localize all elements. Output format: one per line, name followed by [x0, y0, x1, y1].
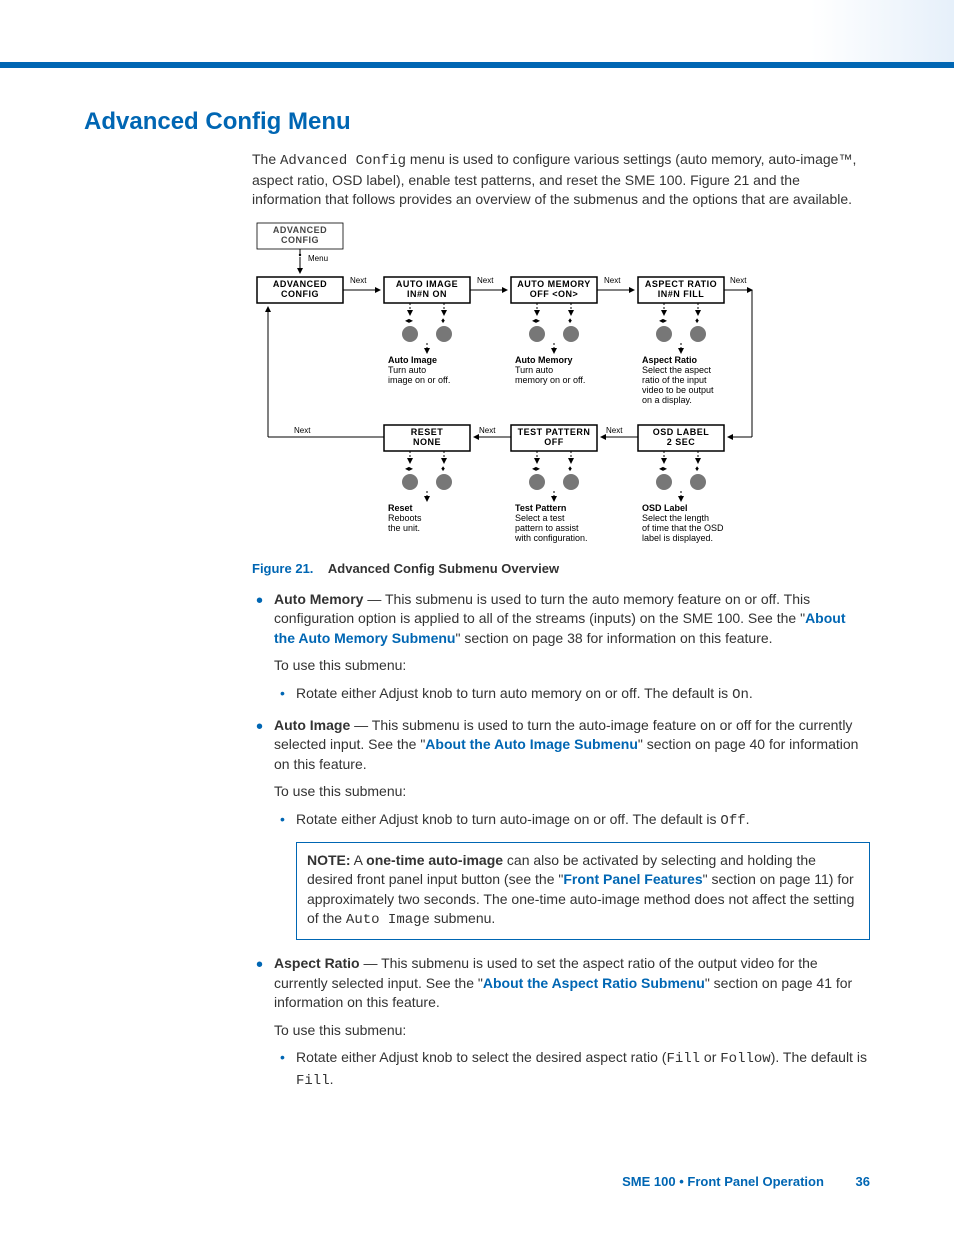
- svg-text:label is displayed.: label is displayed.: [642, 533, 713, 543]
- footer-page-number: 36: [856, 1174, 870, 1189]
- svg-text:Select the aspect: Select the aspect: [642, 365, 712, 375]
- svg-text:Next: Next: [606, 426, 623, 435]
- svg-text:OSD LABEL: OSD LABEL: [653, 427, 710, 437]
- svg-text:AUTO MEMORY: AUTO MEMORY: [517, 279, 591, 289]
- intro-mono: Advanced Config: [280, 153, 406, 169]
- autoimg-lead: Auto Image: [274, 717, 350, 733]
- svg-text:Turn auto: Turn auto: [515, 365, 553, 375]
- figure-title: Advanced Config Submenu Overview: [328, 561, 559, 576]
- svg-text:Next: Next: [477, 276, 494, 285]
- svg-text:TEST PATTERN: TEST PATTERN: [518, 427, 591, 437]
- svg-text:◂▸: ◂▸: [405, 316, 413, 325]
- row1-boxes: ADVANCED CONFIG Next AUTO IMAGE IN#N ON …: [257, 276, 752, 303]
- root-l2: CONFIG: [281, 235, 319, 245]
- svg-text:♦: ♦: [695, 316, 699, 325]
- svg-text:ADVANCED: ADVANCED: [273, 279, 327, 289]
- svg-text:◂▸: ◂▸: [405, 464, 413, 473]
- autoimg-sub-bullet: Rotate either Adjust knob to turn auto-i…: [296, 810, 870, 832]
- automem-use: To use this submenu:: [274, 656, 870, 676]
- svg-text:Auto Image: Auto Image: [388, 355, 437, 365]
- automem-sub-bullet: Rotate either Adjust knob to turn auto m…: [296, 684, 870, 706]
- svg-text:OFF <ON>: OFF <ON>: [530, 289, 579, 299]
- link-aspect-ratio-submenu[interactable]: About the Aspect Ratio Submenu: [483, 975, 705, 991]
- svg-text:IN#N ON: IN#N ON: [407, 289, 447, 299]
- svg-text:Select a test: Select a test: [515, 513, 565, 523]
- svg-text:◂▸: ◂▸: [659, 464, 667, 473]
- page-content: Advanced Config Menu The Advanced Config…: [0, 108, 954, 1142]
- svg-text:Next: Next: [479, 426, 496, 435]
- svg-text:on a display.: on a display.: [642, 395, 692, 405]
- svg-text:2 SEC: 2 SEC: [667, 437, 696, 447]
- svg-text:OSD Label: OSD Label: [642, 503, 688, 513]
- link-front-panel-features[interactable]: Front Panel Features: [563, 871, 702, 887]
- svg-text:Next: Next: [730, 276, 747, 285]
- svg-text:♦: ♦: [441, 316, 445, 325]
- svg-text:Next: Next: [604, 276, 621, 285]
- svg-text:ASPECT RATIO: ASPECT RATIO: [645, 279, 717, 289]
- bullet-auto-image: Auto Image — This submenu is used to tur…: [274, 716, 870, 940]
- svg-text:OFF: OFF: [544, 437, 564, 447]
- svg-text:Auto Memory: Auto Memory: [515, 355, 573, 365]
- figure-number: Figure 21.: [252, 561, 313, 576]
- svg-text:ratio of the input: ratio of the input: [642, 375, 707, 385]
- note-box: NOTE: A one-time auto-image can also be …: [296, 842, 870, 940]
- aspect-sub-bullet: Rotate either Adjust knob to select the …: [296, 1048, 870, 1091]
- svg-text:NONE: NONE: [413, 437, 441, 447]
- svg-text:with configuration.: with configuration.: [514, 533, 588, 543]
- svg-text:the unit.: the unit.: [388, 523, 420, 533]
- svg-text:Aspect Ratio: Aspect Ratio: [642, 355, 698, 365]
- row1-knobs: ◂▸ ♦ Auto Image Turn auto image on or of…: [388, 303, 714, 405]
- svg-text:image on or off.: image on or off.: [388, 375, 450, 385]
- svg-text:◂▸: ◂▸: [659, 316, 667, 325]
- svg-text:♦: ♦: [568, 316, 572, 325]
- svg-text:pattern to assist: pattern to assist: [515, 523, 579, 533]
- aspect-use: To use this submenu:: [274, 1021, 870, 1041]
- autoimg-use: To use this submenu:: [274, 782, 870, 802]
- svg-text:♦: ♦: [441, 464, 445, 473]
- svg-text:♦: ♦: [568, 464, 572, 473]
- svg-text:Next: Next: [350, 276, 367, 285]
- bullet-aspect-ratio: Aspect Ratio — This submenu is used to s…: [274, 954, 870, 1092]
- link-auto-image-submenu[interactable]: About the Auto Image Submenu: [425, 736, 638, 752]
- intro-pre: The: [252, 151, 280, 167]
- svg-text:Next: Next: [294, 426, 311, 435]
- svg-text:Select the length: Select the length: [642, 513, 709, 523]
- svg-text:◂▸: ◂▸: [532, 316, 540, 325]
- note-label: NOTE:: [307, 852, 351, 868]
- svg-text:Test Pattern: Test Pattern: [515, 503, 566, 513]
- footer-title: SME 100 • Front Panel Operation: [622, 1174, 824, 1189]
- svg-text:IN#N FILL: IN#N FILL: [658, 289, 705, 299]
- menu-label: Menu: [308, 254, 328, 263]
- svg-text:AUTO IMAGE: AUTO IMAGE: [396, 279, 458, 289]
- automem-lead: Auto Memory: [274, 591, 363, 607]
- svg-text:◂▸: ◂▸: [532, 464, 540, 473]
- svg-text:Reboots: Reboots: [388, 513, 422, 523]
- bullet-auto-memory: Auto Memory — This submenu is used to tu…: [274, 590, 870, 706]
- row2-knobs: ◂▸ ♦ Reset Reboots the unit. ◂▸ ♦ Test P…: [388, 451, 724, 543]
- bullet-list: Auto Memory — This submenu is used to tu…: [252, 590, 870, 1092]
- section-heading: Advanced Config Menu: [84, 108, 870, 136]
- root-l1: ADVANCED: [273, 225, 327, 235]
- figure-diagram: ADVANCED CONFIG Menu ADVANCED CONFIG Nex…: [252, 221, 870, 551]
- intro-paragraph: The Advanced Config menu is used to conf…: [252, 150, 870, 209]
- svg-text:memory on or off.: memory on or off.: [515, 375, 585, 385]
- figure-caption: Figure 21. Advanced Config Submenu Overv…: [252, 561, 870, 576]
- svg-text:Turn auto: Turn auto: [388, 365, 426, 375]
- page-footer: SME 100 • Front Panel Operation 36: [0, 1142, 954, 1229]
- svg-text:video to be output: video to be output: [642, 385, 714, 395]
- svg-text:♦: ♦: [695, 464, 699, 473]
- aspect-lead: Aspect Ratio: [274, 955, 360, 971]
- svg-text:RESET: RESET: [411, 427, 444, 437]
- svg-text:Reset: Reset: [388, 503, 413, 513]
- svg-text:CONFIG: CONFIG: [281, 289, 319, 299]
- top-accent-bar: [0, 0, 954, 68]
- svg-text:of time that the OSD: of time that the OSD: [642, 523, 724, 533]
